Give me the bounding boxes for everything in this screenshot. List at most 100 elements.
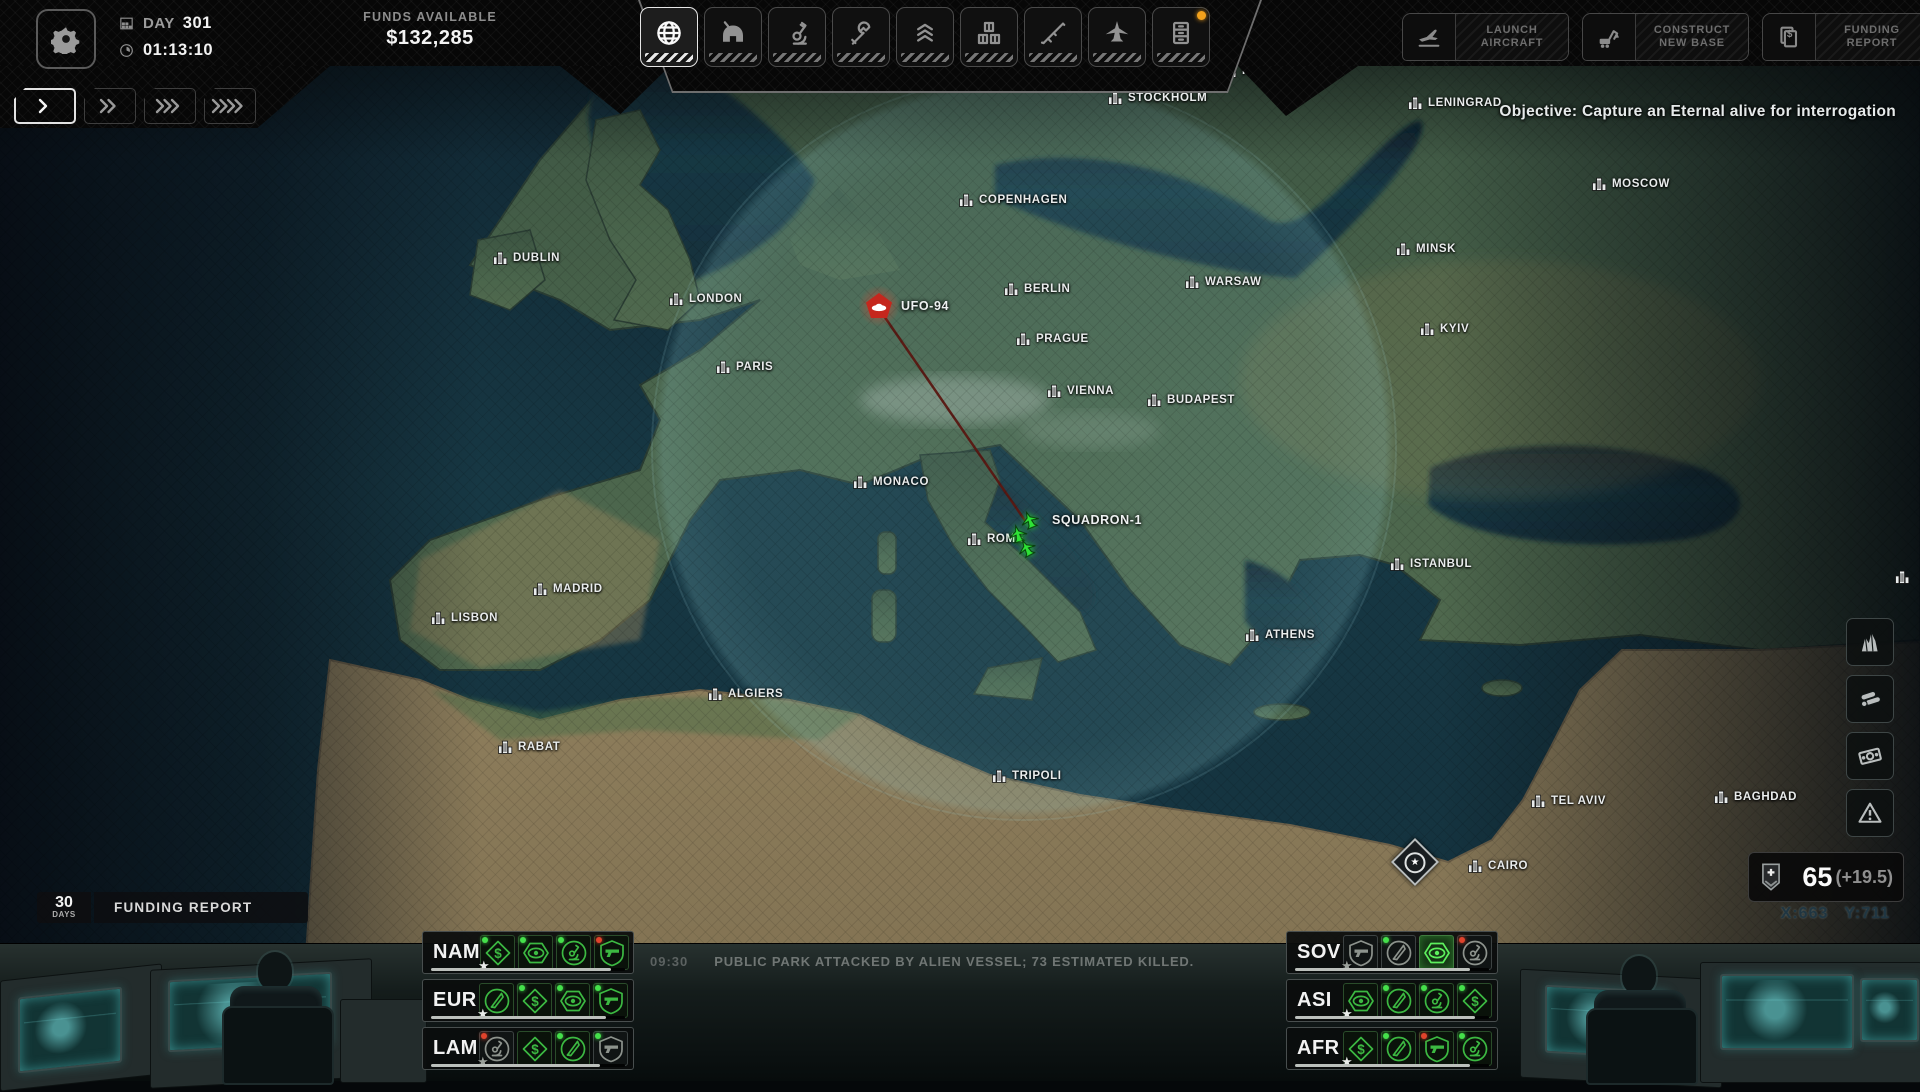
region-sov-intel-slot[interactable] — [1419, 935, 1454, 970]
city-icon — [1531, 794, 1546, 808]
ufo-contact-marker[interactable]: UFO-94 — [866, 293, 949, 318]
region-asi-intel-slot[interactable]: ★ — [1343, 983, 1378, 1018]
region-afr-research-slot[interactable] — [1457, 1031, 1492, 1066]
city-icon — [959, 193, 974, 207]
action-button-label: CONSTRUCTNEW BASE — [1636, 14, 1748, 60]
console-screen-decor — [1720, 974, 1854, 1050]
operator-silhouette — [1622, 956, 1656, 994]
cursor-coordinates: X:663 Y:711 — [1781, 905, 1890, 923]
time-speed-3-button[interactable] — [144, 88, 196, 124]
construct-new-base-button[interactable]: CONSTRUCTNEW BASE — [1582, 13, 1749, 61]
nav-tab-stores[interactable] — [960, 7, 1018, 67]
region-afr-funding-slot[interactable]: $★ — [1343, 1031, 1378, 1066]
priority-star-icon: ★ — [1341, 1056, 1353, 1069]
region-asi-engineering-slot[interactable] — [1381, 983, 1416, 1018]
city-marker-lisbon: LISBON — [431, 611, 498, 625]
region-nam-research-slot[interactable] — [556, 935, 591, 970]
green-status-dot — [1383, 937, 1389, 943]
coord-x: X:663 — [1781, 905, 1829, 923]
green-status-dot — [1459, 1033, 1465, 1039]
time-speed-4-button[interactable] — [204, 88, 256, 124]
city-icon — [1396, 242, 1411, 256]
region-asi-research-slot[interactable] — [1419, 983, 1454, 1018]
calendar-icon — [118, 15, 135, 32]
jet-icon — [1102, 18, 1132, 48]
settings-button[interactable] — [36, 9, 96, 69]
region-panel-afr: AFR$★ — [1286, 1027, 1498, 1070]
nav-tab-research[interactable] — [768, 7, 826, 67]
alloy-rolls-icon — [1856, 685, 1884, 713]
alien-crystals-button[interactable] — [1846, 618, 1894, 666]
region-afr-military-slot[interactable] — [1419, 1031, 1454, 1066]
alerts-button[interactable] — [1846, 789, 1894, 837]
region-eur-intel-slot[interactable] — [555, 983, 590, 1018]
svg-text:$: $ — [1471, 993, 1479, 1008]
region-nam-intel-slot[interactable] — [518, 935, 553, 970]
city-label: BAGHDAD — [1734, 791, 1797, 803]
nav-tab-bases[interactable] — [704, 7, 762, 67]
region-nam-military-slot[interactable] — [594, 935, 629, 970]
region-eur-military-slot[interactable] — [593, 983, 628, 1018]
priority-star-icon: ★ — [477, 1056, 489, 1069]
region-code-label: LAM — [433, 1037, 479, 1060]
region-nam-funding-slot[interactable]: $★ — [480, 935, 515, 970]
base-star-icon: ★ — [1405, 852, 1426, 873]
red-status-dot — [1459, 937, 1465, 943]
city-marker-monaco: MONACO — [853, 475, 929, 489]
priority-star-icon: ★ — [477, 1008, 489, 1021]
green-status-dot — [595, 1033, 601, 1039]
region-lam-engineering-slot[interactable] — [555, 1031, 590, 1066]
city-marker-copenhagen: COPENHAGEN — [959, 193, 1067, 207]
launch-aircraft-button[interactable]: LAUNCHAIRCRAFT — [1402, 13, 1569, 61]
nav-tab-engineering[interactable] — [832, 7, 890, 67]
region-eur-funding-slot[interactable]: $ — [517, 983, 552, 1018]
squadron-marker[interactable]: SQUADRON-1 — [1000, 505, 1150, 565]
city-marker-budapest: BUDAPEST — [1147, 393, 1235, 407]
city-icon — [992, 769, 1007, 783]
ticker-message: PUBLIC PARK ATTACKED BY ALIEN VESSEL; 73… — [714, 954, 1194, 969]
region-slot-group: ★ — [1343, 935, 1492, 970]
notification-dot — [1197, 11, 1206, 20]
time-speed-1-button[interactable] — [14, 88, 76, 124]
nav-tab-armory[interactable] — [1024, 7, 1082, 67]
region-sov-research-slot[interactable] — [1457, 935, 1492, 970]
funding-report-countdown[interactable]: 30 DAYS FUNDING REPORT — [37, 892, 308, 923]
funding-report-button[interactable]: $FUNDINGREPORT — [1762, 13, 1920, 61]
region-lam-research-slot[interactable]: ★ — [479, 1031, 514, 1066]
region-sov-engineering-slot[interactable] — [1381, 935, 1416, 970]
nav-tab-archives[interactable] — [1152, 7, 1210, 67]
city-marker-tripoli: TRIPOLI — [992, 769, 1062, 783]
funding-report-label-bar: FUNDING REPORT — [94, 892, 308, 923]
nav-tab-aircraft[interactable] — [1088, 7, 1146, 67]
city-icon — [716, 360, 731, 374]
funds-label: FUNDS AVAILABLE — [300, 10, 560, 24]
tab-hatch-stripe — [965, 53, 1013, 62]
city-icon — [431, 611, 446, 625]
city-icon — [967, 532, 982, 546]
region-lam-funding-slot[interactable]: $ — [517, 1031, 552, 1066]
nav-tab-personnel[interactable] — [896, 7, 954, 67]
alien-alloys-button[interactable] — [1846, 675, 1894, 723]
city-icon — [1185, 275, 1200, 289]
city-marker-algiers: ALGIERS — [708, 687, 783, 701]
time-speed-2-button[interactable] — [84, 88, 136, 124]
city-icon — [669, 292, 684, 306]
time-speed-controls — [14, 88, 256, 124]
score-delta: (+19.5) — [1835, 867, 1893, 888]
city-label: KYIV — [1440, 323, 1469, 335]
hangar-icon — [718, 18, 748, 48]
region-lam-military-slot[interactable] — [593, 1031, 628, 1066]
city-marker-leningrad: LENINGRAD — [1408, 96, 1502, 110]
svg-text:$: $ — [531, 993, 539, 1008]
region-asi-funding-slot[interactable]: $ — [1457, 983, 1492, 1018]
ufo-label: UFO-94 — [901, 299, 949, 313]
city-label: ATHENS — [1265, 629, 1315, 641]
nav-tab-geoscape[interactable] — [640, 7, 698, 67]
resource-side-buttons — [1846, 618, 1894, 837]
region-sov-military-slot[interactable]: ★ — [1343, 935, 1378, 970]
funds-button[interactable] — [1846, 732, 1894, 780]
header-action-buttons: LAUNCHAIRCRAFT CONSTRUCTNEW BASE $FUNDINGR… — [1402, 13, 1920, 61]
region-eur-engineering-slot[interactable]: ★ — [479, 983, 514, 1018]
region-afr-engineering-slot[interactable] — [1381, 1031, 1416, 1066]
region-panel-asi: ASI★$ — [1286, 979, 1498, 1022]
